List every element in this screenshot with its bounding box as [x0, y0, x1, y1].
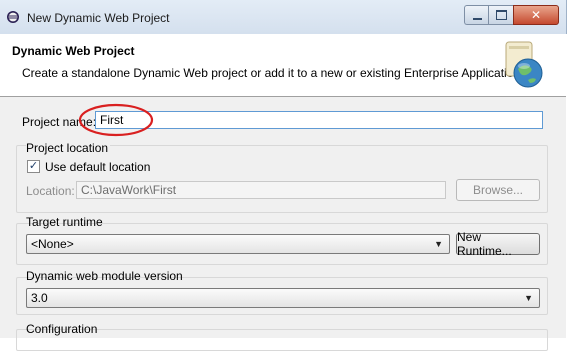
- web-project-globe-icon: [505, 41, 543, 88]
- window-title: New Dynamic Web Project: [27, 11, 170, 25]
- new-runtime-button[interactable]: New Runtime...: [456, 230, 540, 258]
- location-label: Location:: [26, 184, 75, 198]
- use-default-location-label: Use default location: [45, 160, 151, 174]
- project-name-input[interactable]: First: [95, 111, 543, 129]
- project-name-label: Project name:: [22, 115, 97, 129]
- minimize-button[interactable]: [464, 5, 489, 25]
- close-button[interactable]: ✕: [513, 5, 559, 25]
- module-version-value: 3.0: [31, 291, 48, 305]
- browse-button[interactable]: Browse...: [456, 179, 540, 201]
- location-input[interactable]: C:\JavaWork\First: [76, 181, 446, 199]
- module-version-label: Dynamic web module version: [26, 269, 183, 283]
- wizard-title: Dynamic Web Project: [12, 44, 135, 58]
- wizard-banner: Dynamic Web Project Create a standalone …: [0, 34, 566, 97]
- project-location-label: Project location: [26, 141, 111, 155]
- maximize-icon: [495, 10, 507, 20]
- eclipse-icon: [7, 11, 19, 23]
- window-titlebar[interactable]: New Dynamic Web Project ✕: [0, 0, 567, 34]
- module-version-select[interactable]: 3.0 ▼: [26, 288, 540, 308]
- wizard-description: Create a standalone Dynamic Web project …: [22, 66, 524, 80]
- checkmark-icon: ✓: [28, 160, 39, 172]
- target-runtime-label: Target runtime: [26, 215, 103, 229]
- target-runtime-value: <None>: [31, 237, 74, 251]
- use-default-location-checkbox[interactable]: ✓: [27, 160, 40, 173]
- minimize-icon: [472, 17, 482, 20]
- maximize-button[interactable]: [488, 5, 514, 25]
- wizard-content: Project name: First Project location ✓ U…: [0, 97, 566, 351]
- close-icon: ✕: [530, 8, 542, 22]
- chevron-down-icon: ▼: [524, 293, 533, 303]
- target-runtime-select[interactable]: <None> ▼: [26, 234, 450, 254]
- chevron-down-icon: ▼: [434, 239, 443, 249]
- configuration-label: Configuration: [26, 322, 98, 336]
